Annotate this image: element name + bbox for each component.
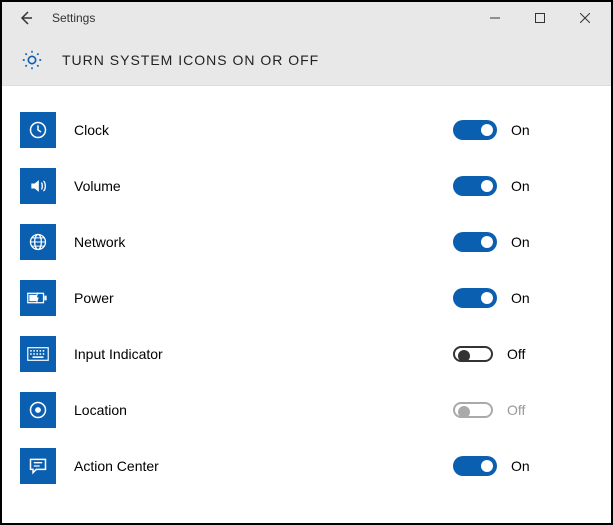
setting-label-location: Location <box>74 402 453 418</box>
close-icon <box>580 13 590 23</box>
setting-row-action-center: Action Center On <box>20 438 593 494</box>
toggle-wrap-action-center: On <box>453 456 593 476</box>
toggle-wrap-network: On <box>453 232 593 252</box>
setting-row-network: Network On <box>20 214 593 270</box>
window-title: Settings <box>52 11 472 25</box>
setting-label-input-indicator: Input Indicator <box>74 346 453 362</box>
setting-label-network: Network <box>74 234 453 250</box>
toggle-state-label-volume: On <box>511 178 530 194</box>
power-icon <box>20 280 56 316</box>
toggle-wrap-volume: On <box>453 176 593 196</box>
volume-icon <box>20 168 56 204</box>
setting-label-action-center: Action Center <box>74 458 453 474</box>
settings-list[interactable]: Clock On Volume On Network On Power On Input Ind… <box>2 88 611 521</box>
minimize-icon <box>490 13 500 23</box>
title-bar: Settings <box>2 2 611 34</box>
toggle-state-label-power: On <box>511 290 530 306</box>
toggle-wrap-power: On <box>453 288 593 308</box>
window-controls <box>472 2 607 34</box>
minimize-button[interactable] <box>472 2 517 34</box>
setting-label-volume: Volume <box>74 178 453 194</box>
toggle-wrap-clock: On <box>453 120 593 140</box>
toggle-state-label-network: On <box>511 234 530 250</box>
setting-row-location: Location Off <box>20 382 593 438</box>
setting-row-power: Power On <box>20 270 593 326</box>
setting-row-volume: Volume On <box>20 158 593 214</box>
keyboard-icon <box>20 336 56 372</box>
page-header: TURN SYSTEM ICONS ON OR OFF <box>2 34 611 86</box>
toggle-state-label-input-indicator: Off <box>507 346 525 362</box>
clock-icon <box>20 112 56 148</box>
toggle-volume[interactable] <box>453 176 497 196</box>
toggle-wrap-input-indicator: Off <box>453 346 593 362</box>
setting-label-power: Power <box>74 290 453 306</box>
location-icon <box>20 392 56 428</box>
page-title: TURN SYSTEM ICONS ON OR OFF <box>62 52 319 68</box>
toggle-action-center[interactable] <box>453 456 497 476</box>
message-icon <box>20 448 56 484</box>
toggle-wrap-location: Off <box>453 402 593 418</box>
setting-row-clock: Clock On <box>20 102 593 158</box>
setting-row-input-indicator: Input Indicator Off <box>20 326 593 382</box>
toggle-location <box>453 402 493 418</box>
network-icon <box>20 224 56 260</box>
toggle-network[interactable] <box>453 232 497 252</box>
close-button[interactable] <box>562 2 607 34</box>
setting-label-clock: Clock <box>74 122 453 138</box>
toggle-input-indicator[interactable] <box>453 346 493 362</box>
toggle-state-label-clock: On <box>511 122 530 138</box>
back-button[interactable] <box>6 2 46 34</box>
toggle-power[interactable] <box>453 288 497 308</box>
maximize-icon <box>535 13 545 23</box>
toggle-state-label-location: Off <box>507 402 525 418</box>
settings-gear-icon <box>20 48 44 72</box>
arrow-left-icon <box>18 10 34 26</box>
toggle-clock[interactable] <box>453 120 497 140</box>
toggle-state-label-action-center: On <box>511 458 530 474</box>
maximize-button[interactable] <box>517 2 562 34</box>
